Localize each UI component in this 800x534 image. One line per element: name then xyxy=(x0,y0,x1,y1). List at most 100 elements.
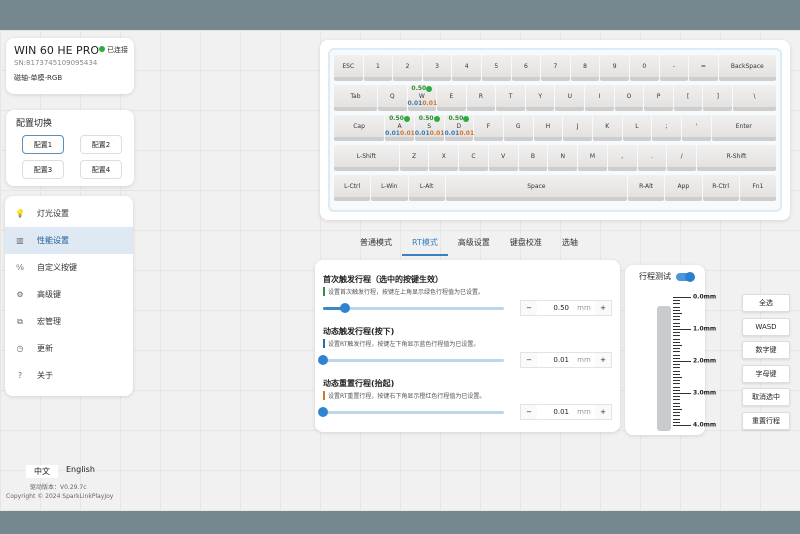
key-H[interactable]: H xyxy=(533,115,563,141)
key-Enter[interactable]: Enter xyxy=(711,115,777,141)
sidebar-item-4[interactable]: ⧉ 宏管理 xyxy=(5,308,133,335)
profile-4-button[interactable]: 配置4 xyxy=(80,160,122,179)
tab-1[interactable]: RT模式 xyxy=(402,235,448,256)
key-C[interactable]: C xyxy=(459,145,488,171)
key-BackSpace[interactable]: BackSpace xyxy=(718,55,776,81)
decrement-button[interactable]: − xyxy=(521,405,537,419)
quick-select-button[interactable]: 重置行程 xyxy=(742,412,790,430)
key-R[interactable]: R xyxy=(466,85,496,111)
key-\[interactable]: \ xyxy=(733,85,776,111)
travel-slider[interactable] xyxy=(323,302,504,313)
value-input[interactable]: 0.50 xyxy=(537,301,573,315)
key-;[interactable]: ; xyxy=(652,115,681,141)
key-W[interactable]: W 0.50 0.010.01 xyxy=(407,85,437,111)
profile-2-button[interactable]: 配置2 xyxy=(80,135,122,154)
travel-slider[interactable] xyxy=(318,406,504,417)
key-=[interactable]: = xyxy=(689,55,718,81)
quick-select-button[interactable]: WASD xyxy=(742,317,790,336)
key-,[interactable]: , xyxy=(607,145,637,171)
slider-thumb[interactable] xyxy=(318,354,328,365)
sidebar-item-3[interactable]: ⚙ 高级键 xyxy=(5,281,133,308)
increment-button[interactable]: + xyxy=(595,301,611,315)
quick-select-button[interactable]: 取消选中 xyxy=(742,388,790,407)
key-Tab[interactable]: Tab xyxy=(334,85,377,111)
sidebar-item-0[interactable]: 💡 灯光设置 xyxy=(5,200,133,227)
key-Fn1[interactable]: Fn1 xyxy=(739,175,776,201)
travel-slider[interactable] xyxy=(318,354,504,365)
key-O[interactable]: O xyxy=(614,85,644,111)
key-'[interactable]: ' xyxy=(681,115,711,141)
tab-3[interactable]: 键盘校准 xyxy=(500,235,552,256)
key-][interactable]: ] xyxy=(703,85,733,111)
key-4[interactable]: 4 xyxy=(452,55,481,81)
key-1[interactable]: 1 xyxy=(363,55,393,81)
key-7[interactable]: 7 xyxy=(541,55,570,81)
tab-2[interactable]: 高级设置 xyxy=(448,235,500,256)
key-2[interactable]: 2 xyxy=(393,55,422,81)
key-D[interactable]: D 0.50 0.010.01 xyxy=(444,115,474,141)
key-R-Alt[interactable]: R-Alt xyxy=(628,175,665,201)
tab-4[interactable]: 选轴 xyxy=(552,235,588,256)
increment-button[interactable]: + xyxy=(595,353,611,367)
key-Cap[interactable]: Cap xyxy=(334,115,385,141)
key-L[interactable]: L xyxy=(622,115,652,141)
key-/[interactable]: / xyxy=(667,145,696,171)
key-M[interactable]: M xyxy=(578,145,607,171)
slider-thumb[interactable] xyxy=(318,406,328,417)
quick-select-button[interactable]: 全选 xyxy=(742,294,790,312)
key-L-Win[interactable]: L-Win xyxy=(371,175,408,201)
lang-en[interactable]: English xyxy=(66,465,95,478)
value-input[interactable]: 0.01 xyxy=(537,353,573,367)
sidebar-item-5[interactable]: ◷ 更新 xyxy=(5,335,133,362)
key-S[interactable]: S 0.50 0.010.01 xyxy=(414,115,444,141)
key-[[interactable]: [ xyxy=(673,85,703,111)
key-6[interactable]: 6 xyxy=(511,55,541,81)
quick-select-button[interactable]: 数字键 xyxy=(742,341,790,360)
key-N[interactable]: N xyxy=(548,145,578,171)
value-input[interactable]: 0.01 xyxy=(537,405,573,419)
profile-1-button[interactable]: 配置1 xyxy=(22,135,64,154)
key-V[interactable]: V xyxy=(488,145,518,171)
key-Q[interactable]: Q xyxy=(377,85,407,111)
sidebar-item-1[interactable]: ▥ 性能设置 xyxy=(5,227,133,254)
key-Y[interactable]: Y xyxy=(525,85,555,111)
slider-thumb[interactable] xyxy=(339,302,350,313)
key-L-Ctrl[interactable]: L-Ctrl xyxy=(334,175,371,201)
key-R-Shift[interactable]: R-Shift xyxy=(697,145,777,171)
key-E[interactable]: E xyxy=(437,85,466,111)
decrement-button[interactable]: − xyxy=(521,353,537,367)
lang-zh[interactable]: 中文 xyxy=(26,465,58,478)
key-T[interactable]: T xyxy=(496,85,525,111)
tab-0[interactable]: 普通模式 xyxy=(350,235,402,256)
key-G[interactable]: G xyxy=(503,115,533,141)
sidebar-item-2[interactable]: ⁰⁄₈ 自定义按键 xyxy=(5,254,133,281)
key--[interactable]: - xyxy=(659,55,689,81)
key-8[interactable]: 8 xyxy=(570,55,600,81)
key-L-Shift[interactable]: L-Shift xyxy=(334,145,399,171)
quick-select-button[interactable]: 字母键 xyxy=(742,364,790,383)
decrement-button[interactable]: − xyxy=(521,301,537,315)
key-X[interactable]: X xyxy=(429,145,459,171)
key-ESC[interactable]: ESC xyxy=(334,55,363,81)
key-P[interactable]: P xyxy=(644,85,673,111)
key-F[interactable]: F xyxy=(474,115,503,141)
key-U[interactable]: U xyxy=(555,85,585,111)
key-3[interactable]: 3 xyxy=(422,55,452,81)
key-A[interactable]: A 0.50 0.010.01 xyxy=(385,115,415,141)
key-Z[interactable]: Z xyxy=(399,145,429,171)
increment-button[interactable]: + xyxy=(595,405,611,419)
profile-3-button[interactable]: 配置3 xyxy=(22,160,64,179)
travel-test-toggle[interactable] xyxy=(676,271,695,282)
key-App[interactable]: App xyxy=(665,175,702,201)
key-5[interactable]: 5 xyxy=(481,55,511,81)
key-L-Alt[interactable]: L-Alt xyxy=(408,175,445,201)
key-Space[interactable]: Space xyxy=(445,175,627,201)
key-K[interactable]: K xyxy=(592,115,622,141)
key-B[interactable]: B xyxy=(518,145,548,171)
key-9[interactable]: 9 xyxy=(600,55,629,81)
key-0[interactable]: 0 xyxy=(629,55,659,81)
key-.[interactable]: . xyxy=(637,145,667,171)
key-I[interactable]: I xyxy=(585,85,614,111)
key-J[interactable]: J xyxy=(563,115,592,141)
sidebar-item-6[interactable]: ? 关于 xyxy=(5,362,133,389)
